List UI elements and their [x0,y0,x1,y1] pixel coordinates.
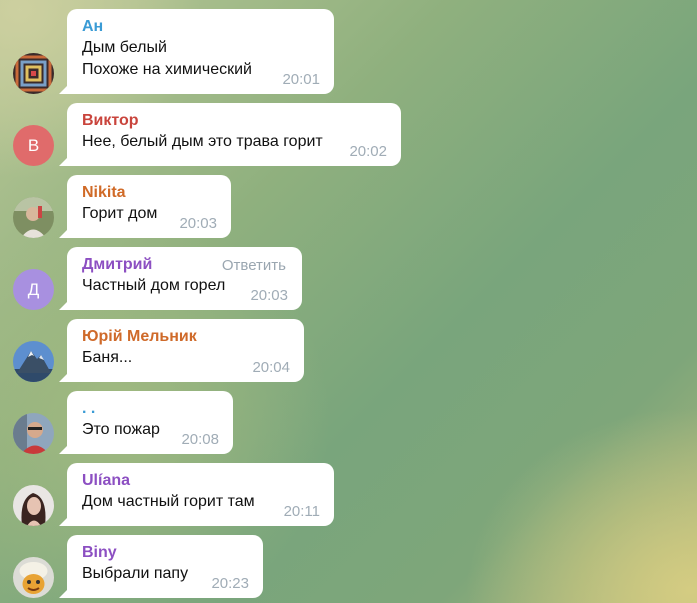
sender-name[interactable]: Biny [82,543,249,563]
message-time: 20:01 [282,71,320,88]
sender-name[interactable]: Nikita [82,183,217,203]
message-bubble[interactable]: Ulíana Дом частный горит там 20:11 [67,463,334,526]
message-time: 20:04 [252,359,290,376]
message-bubble[interactable]: . . Это пожар 20:08 [67,391,233,454]
message-text: Нее, белый дым это трава горит [82,133,323,150]
avatar-initial: Д [27,279,40,299]
message-time: 20:03 [250,287,288,304]
avatar[interactable]: Д [13,269,54,310]
sender-name[interactable]: Ulíana [82,471,320,491]
character-avatar-icon[interactable] [13,557,54,598]
message-bubble[interactable]: Дмитрий Частный дом горел Ответить 20:03 [67,247,302,310]
message-bubble[interactable]: Biny Выбрали папу 20:23 [67,535,263,598]
photo-avatar-icon[interactable] [13,197,54,238]
avatar[interactable]: В [13,125,54,166]
message-bubble[interactable]: Юрій Мельник Баня... 20:04 [67,319,304,382]
mountain-avatar-icon[interactable] [13,341,54,382]
message-time: 20:08 [181,431,219,448]
sender-name[interactable]: Виктор [82,111,387,131]
sender-name[interactable]: Ан [82,17,320,37]
person-avatar-icon[interactable] [13,413,54,454]
message-bubble[interactable]: Ан Дым белый Похоже на химический 20:01 [67,9,334,94]
patterned-avatar-icon[interactable] [13,53,54,94]
message-time: 20:23 [211,575,249,592]
message-time: 20:02 [349,143,387,160]
message-bubble[interactable]: Nikita Горит дом 20:03 [67,175,231,238]
sender-name[interactable]: . . [82,399,219,419]
avatar-initial: В [27,135,40,155]
message-time: 20:11 [283,503,320,520]
person-avatar-icon[interactable] [13,485,54,526]
message-time: 20:03 [179,215,217,232]
reply-button[interactable]: Ответить [222,257,286,274]
message-bubble[interactable]: Виктор Нее, белый дым это трава горит 20… [67,103,401,166]
message-text: Дым белый [82,39,167,56]
sender-name[interactable]: Юрій Мельник [82,327,290,347]
